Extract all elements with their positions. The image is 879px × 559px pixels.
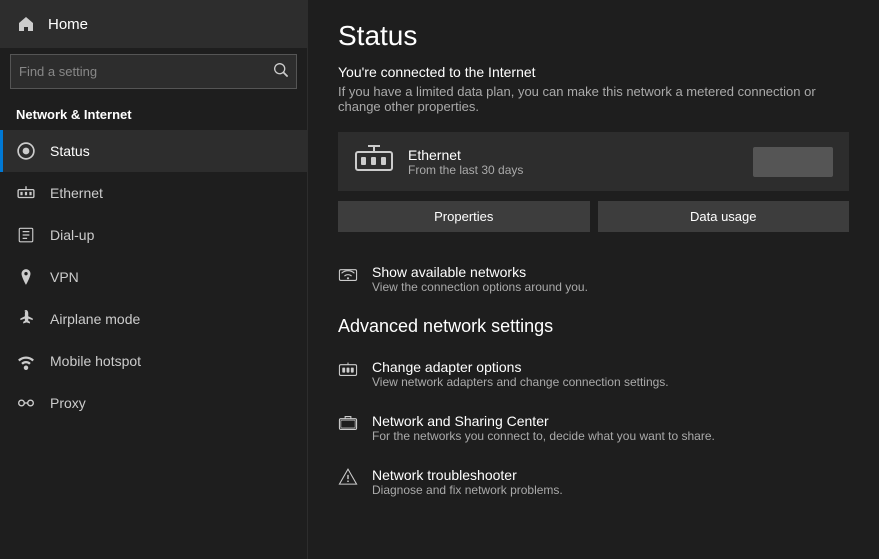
sidebar-item-vpn[interactable]: VPN bbox=[0, 256, 307, 298]
page-title: Status bbox=[338, 20, 849, 52]
sharing-text: Network and Sharing Center For the netwo… bbox=[372, 413, 715, 443]
airplane-icon bbox=[16, 309, 36, 329]
search-input[interactable] bbox=[19, 64, 274, 79]
show-networks-desc: View the connection options around you. bbox=[372, 280, 588, 294]
data-usage-button[interactable]: Data usage bbox=[598, 201, 850, 232]
show-networks-icon bbox=[338, 264, 358, 284]
sharing-icon bbox=[338, 413, 358, 433]
connected-title: You're connected to the Internet bbox=[338, 64, 849, 80]
show-networks-title: Show available networks bbox=[372, 264, 588, 280]
sidebar-item-label-airplane: Airplane mode bbox=[50, 311, 140, 327]
sharing-title: Network and Sharing Center bbox=[372, 413, 715, 429]
sidebar-item-ethernet[interactable]: Ethernet bbox=[0, 172, 307, 214]
ethernet-card: Ethernet From the last 30 days bbox=[338, 132, 849, 191]
hotspot-icon bbox=[16, 351, 36, 371]
troubleshooter-title: Network troubleshooter bbox=[372, 467, 563, 483]
adapter-title: Change adapter options bbox=[372, 359, 669, 375]
troubleshoot-icon bbox=[338, 467, 358, 487]
sidebar-item-airplane[interactable]: Airplane mode bbox=[0, 298, 307, 340]
sidebar-item-label-proxy: Proxy bbox=[50, 395, 86, 411]
sidebar-item-hotspot[interactable]: Mobile hotspot bbox=[0, 340, 307, 382]
sidebar-item-label-hotspot: Mobile hotspot bbox=[50, 353, 141, 369]
status-icon bbox=[16, 141, 36, 161]
btn-row: Properties Data usage bbox=[338, 201, 849, 232]
home-label: Home bbox=[48, 16, 88, 33]
adapter-icon bbox=[338, 359, 358, 379]
troubleshooter-text: Network troubleshooter Diagnose and fix … bbox=[372, 467, 563, 497]
sidebar-item-proxy[interactable]: Proxy bbox=[0, 382, 307, 424]
ethernet-data-bar bbox=[753, 147, 833, 177]
sidebar-item-label-vpn: VPN bbox=[50, 269, 79, 285]
sidebar-item-label-ethernet: Ethernet bbox=[50, 185, 103, 201]
ethernet-card-sub: From the last 30 days bbox=[408, 163, 753, 177]
properties-button[interactable]: Properties bbox=[338, 201, 590, 232]
sharing-desc: For the networks you connect to, decide … bbox=[372, 429, 715, 443]
sharing-center-item[interactable]: Network and Sharing Center For the netwo… bbox=[338, 401, 849, 455]
sidebar-section-label: Network & Internet bbox=[0, 101, 307, 130]
sidebar-item-label-dialup: Dial-up bbox=[50, 227, 94, 243]
sidebar: Home Network & Internet Status bbox=[0, 0, 308, 559]
ethernet-card-icon bbox=[354, 144, 394, 179]
show-networks-text: Show available networks View the connect… bbox=[372, 264, 588, 294]
show-networks-option[interactable]: Show available networks View the connect… bbox=[338, 252, 849, 306]
troubleshooter-desc: Diagnose and fix network problems. bbox=[372, 483, 563, 497]
dialup-icon bbox=[16, 225, 36, 245]
adapter-desc: View network adapters and change connect… bbox=[372, 375, 669, 389]
sidebar-item-dialup[interactable]: Dial-up bbox=[0, 214, 307, 256]
vpn-icon bbox=[16, 267, 36, 287]
sidebar-item-label-status: Status bbox=[50, 143, 90, 159]
ethernet-card-name: Ethernet bbox=[408, 147, 753, 163]
proxy-icon bbox=[16, 393, 36, 413]
home-icon bbox=[16, 14, 36, 34]
ethernet-info: Ethernet From the last 30 days bbox=[408, 147, 753, 177]
advanced-heading: Advanced network settings bbox=[338, 316, 849, 337]
adapter-text: Change adapter options View network adap… bbox=[372, 359, 669, 389]
connected-desc: If you have a limited data plan, you can… bbox=[338, 84, 849, 114]
search-button[interactable] bbox=[274, 63, 288, 80]
sidebar-home-button[interactable]: Home bbox=[0, 0, 307, 48]
adapter-options-item[interactable]: Change adapter options View network adap… bbox=[338, 347, 849, 401]
main-content: Status You're connected to the Internet … bbox=[308, 0, 879, 559]
troubleshooter-item[interactable]: Network troubleshooter Diagnose and fix … bbox=[338, 455, 849, 509]
sidebar-item-status[interactable]: Status bbox=[0, 130, 307, 172]
ethernet-icon bbox=[16, 183, 36, 203]
search-box[interactable] bbox=[10, 54, 297, 89]
